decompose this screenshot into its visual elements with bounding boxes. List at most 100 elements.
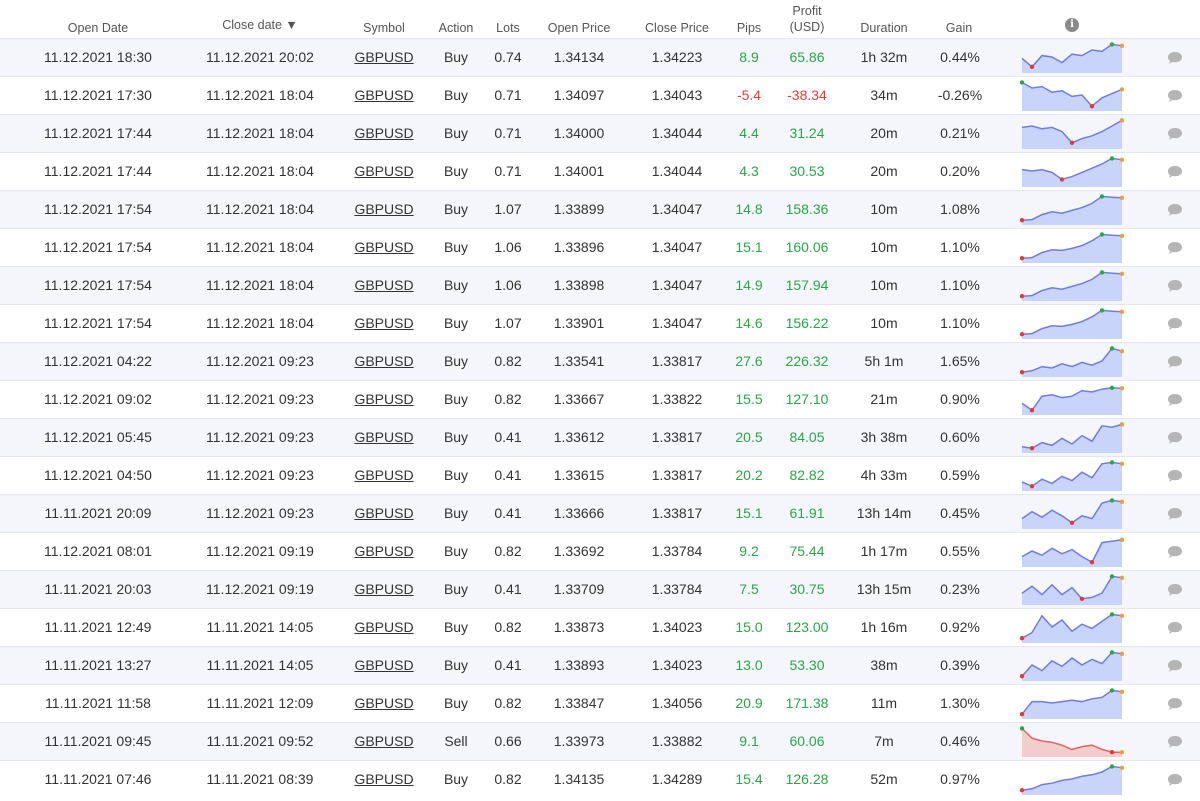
table-row[interactable]: 11.12.2021 04:22 11.12.2021 09:23 GBPUSD Bu…: [0, 342, 1200, 380]
cell-symbol[interactable]: GBPUSD: [352, 419, 416, 456]
cell-close-date: 11.11.2021 14:05: [206, 619, 314, 635]
table-row[interactable]: 11.12.2021 09:02 11.12.2021 09:23 GBPUSD Bu…: [0, 380, 1200, 418]
table-row[interactable]: 11.11.2021 12:49 11.11.2021 14:05 GBPUSD Bu…: [0, 608, 1200, 646]
cell-symbol[interactable]: GBPUSD: [352, 457, 416, 494]
table-row[interactable]: 11.12.2021 17:54 11.12.2021 18:04 GBPUSD Bu…: [0, 228, 1200, 266]
table-row[interactable]: 11.12.2021 05:45 11.12.2021 09:23 GBPUSD Bu…: [0, 418, 1200, 456]
table-row[interactable]: 11.12.2021 17:54 11.12.2021 18:04 GBPUSD Bu…: [0, 304, 1200, 342]
cell-symbol[interactable]: GBPUSD: [352, 229, 416, 266]
comment-icon[interactable]: [1167, 51, 1183, 65]
cell-symbol[interactable]: GBPUSD: [352, 191, 416, 228]
table-row[interactable]: 11.12.2021 18:30 11.12.2021 20:02 GBPUSD Bu…: [0, 38, 1200, 76]
cell-symbol[interactable]: GBPUSD: [352, 267, 416, 304]
col-close-date[interactable]: Close date ▼: [204, 18, 316, 32]
col-close-price[interactable]: Close Price: [638, 21, 716, 35]
cell-symbol[interactable]: GBPUSD: [352, 153, 416, 190]
comment-icon[interactable]: [1167, 735, 1183, 749]
cell-profit: 60.06: [789, 733, 825, 749]
table-row[interactable]: 11.12.2021 17:30 11.12.2021 18:04 GBPUSD Bu…: [0, 76, 1200, 114]
cell-close-price: 1.34044: [651, 125, 703, 141]
comment-icon[interactable]: [1167, 659, 1183, 673]
info-icon[interactable]: i: [1065, 18, 1079, 32]
col-action[interactable]: Action: [430, 21, 482, 35]
sparkline-end-marker: [1119, 157, 1124, 162]
cell-symbol[interactable]: GBPUSD: [352, 685, 416, 722]
comment-icon[interactable]: [1167, 165, 1183, 179]
cell-symbol[interactable]: GBPUSD: [352, 115, 416, 152]
cell-symbol[interactable]: GBPUSD: [352, 761, 416, 798]
cell-lots: 0.82: [494, 353, 522, 369]
cell-close-price: 1.34023: [651, 657, 703, 673]
cell-open-date: 11.12.2021 17:54: [44, 315, 152, 331]
comment-icon[interactable]: [1167, 241, 1183, 255]
cell-duration: 1h 17m: [860, 543, 908, 559]
table-row[interactable]: 11.12.2021 17:54 11.12.2021 18:04 GBPUSD Bu…: [0, 266, 1200, 304]
cell-symbol[interactable]: GBPUSD: [352, 77, 416, 114]
table-row[interactable]: 11.12.2021 08:01 11.12.2021 09:19 GBPUSD Bu…: [0, 532, 1200, 570]
sparkline-end-marker: [1119, 233, 1124, 238]
cell-close-price: 1.33784: [651, 581, 703, 597]
cell-profit: 123.00: [785, 619, 829, 635]
cell-open-date: 11.12.2021 08:01: [44, 543, 152, 559]
cell-duration: 10m: [870, 277, 898, 293]
sparkline-end-marker: [1119, 750, 1124, 755]
col-lots[interactable]: Lots: [488, 21, 528, 35]
comment-icon[interactable]: [1167, 583, 1183, 597]
cell-action: Buy: [443, 87, 469, 103]
comment-icon[interactable]: [1167, 431, 1183, 445]
col-gain[interactable]: Gain: [934, 21, 984, 35]
sparkline-max-marker: [1099, 270, 1105, 275]
sparkline-max-marker: [1020, 726, 1025, 731]
cell-symbol[interactable]: GBPUSD: [352, 533, 416, 570]
col-profit[interactable]: Profit (USD): [780, 4, 834, 34]
sparkline-end-marker: [1119, 386, 1124, 391]
comment-icon[interactable]: [1167, 203, 1183, 217]
cell-open-price: 1.33692: [553, 543, 605, 559]
col-pips[interactable]: Pips: [730, 21, 768, 35]
comment-icon[interactable]: [1167, 697, 1183, 711]
comment-icon[interactable]: [1167, 773, 1183, 787]
table-row[interactable]: 11.11.2021 20:09 11.12.2021 09:23 GBPUSD Bu…: [0, 494, 1200, 532]
table-row[interactable]: 11.12.2021 17:44 11.12.2021 18:04 GBPUSD Bu…: [0, 114, 1200, 152]
cell-symbol[interactable]: GBPUSD: [352, 343, 416, 380]
col-open-date[interactable]: Open Date: [50, 21, 146, 35]
table-row[interactable]: 11.11.2021 09:45 11.11.2021 09:52 GBPUSD Se…: [0, 722, 1200, 760]
trade-sparkline: [1021, 118, 1124, 149]
cell-gain: 0.44%: [940, 49, 980, 65]
comment-icon[interactable]: [1167, 279, 1183, 293]
table-row[interactable]: 11.12.2021 17:44 11.12.2021 18:04 GBPUSD Bu…: [0, 152, 1200, 190]
comment-icon[interactable]: [1167, 621, 1183, 635]
cell-open-price: 1.33709: [553, 581, 605, 597]
table-row[interactable]: 11.12.2021 17:54 11.12.2021 18:04 GBPUSD Bu…: [0, 190, 1200, 228]
comment-icon[interactable]: [1167, 89, 1183, 103]
comment-icon[interactable]: [1167, 507, 1183, 521]
cell-open-price: 1.34097: [553, 87, 605, 103]
comment-icon[interactable]: [1167, 355, 1183, 369]
table-row[interactable]: 11.11.2021 07:46 11.11.2021 08:39 GBPUSD Bu…: [0, 760, 1200, 798]
cell-symbol[interactable]: GBPUSD: [352, 609, 416, 646]
cell-symbol[interactable]: GBPUSD: [352, 571, 416, 608]
cell-gain: 1.10%: [940, 315, 980, 331]
cell-symbol[interactable]: GBPUSD: [352, 39, 416, 76]
cell-symbol[interactable]: GBPUSD: [352, 495, 416, 532]
cell-open-date: 11.12.2021 17:54: [44, 201, 152, 217]
comment-icon[interactable]: [1167, 545, 1183, 559]
sparkline-end-marker: [1119, 689, 1124, 694]
table-row[interactable]: 11.11.2021 11:58 11.11.2021 12:09 GBPUSD Bu…: [0, 684, 1200, 722]
table-row[interactable]: 11.12.2021 04:50 11.12.2021 09:23 GBPUSD Bu…: [0, 456, 1200, 494]
col-duration[interactable]: Duration: [850, 21, 918, 35]
comment-icon[interactable]: [1167, 127, 1183, 141]
comment-icon[interactable]: [1167, 317, 1183, 331]
comment-icon[interactable]: [1167, 393, 1183, 407]
cell-symbol[interactable]: GBPUSD: [352, 647, 416, 684]
col-symbol[interactable]: Symbol: [354, 21, 414, 35]
cell-symbol[interactable]: GBPUSD: [352, 381, 416, 418]
trade-sparkline: [1020, 194, 1124, 225]
table-row[interactable]: 11.11.2021 13:27 11.11.2021 14:05 GBPUSD Bu…: [0, 646, 1200, 684]
cell-symbol[interactable]: GBPUSD: [352, 723, 416, 760]
cell-symbol[interactable]: GBPUSD: [352, 305, 416, 342]
cell-gain: 0.97%: [940, 771, 980, 787]
col-open-price[interactable]: Open Price: [540, 21, 618, 35]
comment-icon[interactable]: [1167, 469, 1183, 483]
table-row[interactable]: 11.11.2021 20:03 11.12.2021 09:19 GBPUSD Bu…: [0, 570, 1200, 608]
